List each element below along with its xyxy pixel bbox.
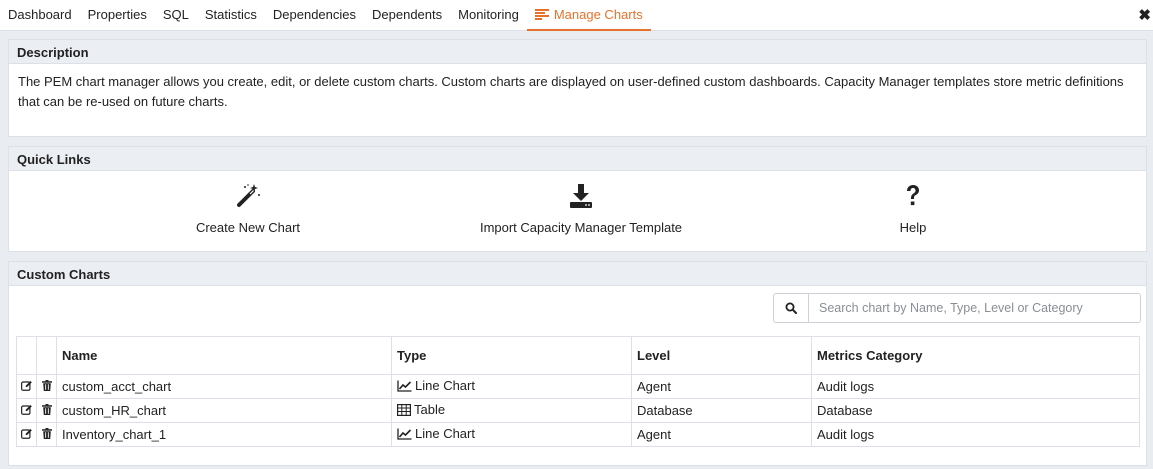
column-header-name[interactable]: Name <box>56 336 392 375</box>
search-input[interactable] <box>808 293 1141 323</box>
header-edit-col <box>16 336 37 375</box>
tab-statistics[interactable]: Statistics <box>197 0 265 31</box>
cell-category: Audit logs <box>811 422 1140 447</box>
trash-icon[interactable] <box>36 374 57 399</box>
search-row <box>9 286 1146 330</box>
quick-links: Create New Chart Import Capacity Manager… <box>9 171 1146 251</box>
cell-type: Line Chart <box>391 374 632 399</box>
table-row: custom_HR_chart Table Database Database <box>16 398 1140 423</box>
tab-dependents[interactable]: Dependents <box>364 0 450 31</box>
tab-bar: Dashboard Properties SQL Statistics Depe… <box>0 0 1153 31</box>
tab-manage-charts-label: Manage Charts <box>553 7 643 22</box>
cell-type-label: Line Chart <box>415 378 475 393</box>
edit-icon[interactable] <box>16 422 37 447</box>
cell-type: Line Chart <box>391 422 632 447</box>
header-delete-col <box>36 336 57 375</box>
help-label: Help <box>899 220 927 235</box>
tab-monitoring[interactable]: Monitoring <box>450 0 527 31</box>
cell-level: Agent <box>631 422 812 447</box>
bar-chart-icon <box>534 8 549 23</box>
tab-dependencies[interactable]: Dependencies <box>265 0 364 31</box>
cell-type-label: Table <box>414 402 446 417</box>
cell-category: Database <box>811 398 1140 423</box>
cell-category: Audit logs <box>811 374 1140 399</box>
tab-dashboard[interactable]: Dashboard <box>0 0 80 31</box>
cell-level: Database <box>631 398 812 423</box>
tab-manage-charts[interactable]: Manage Charts <box>526 0 651 31</box>
magic-wand-icon <box>193 181 303 211</box>
trash-icon[interactable] <box>36 398 57 423</box>
edit-icon[interactable] <box>16 398 37 423</box>
download-icon <box>476 181 686 211</box>
custom-charts-heading: Custom Charts <box>9 262 1146 286</box>
line-chart-icon <box>397 428 412 443</box>
charts-table: Name Type Level Metrics Category custom_… <box>16 336 1140 447</box>
cell-level: Agent <box>631 374 812 399</box>
create-new-chart-label: Create New Chart <box>195 220 301 235</box>
cell-name: custom_acct_chart <box>56 374 392 399</box>
cell-name: custom_HR_chart <box>56 398 392 423</box>
column-header-metrics-category[interactable]: Metrics Category <box>811 336 1140 375</box>
custom-charts-panel: Custom Charts Name Type Level Metrics Ca… <box>8 261 1147 466</box>
search-icon <box>785 302 797 314</box>
cell-type: Table <box>391 398 632 423</box>
table-row: custom_acct_chart Line Chart Agent Audit… <box>16 374 1140 399</box>
tab-properties[interactable]: Properties <box>80 0 155 31</box>
cell-type-label: Line Chart <box>415 426 475 441</box>
description-panel: Description The PEM chart manager allows… <box>8 39 1147 137</box>
description-heading: Description <box>9 40 1146 64</box>
search-button[interactable] <box>773 293 808 323</box>
edit-icon[interactable] <box>16 374 37 399</box>
table-icon <box>397 404 412 419</box>
quick-links-heading: Quick Links <box>9 147 1146 171</box>
close-icon[interactable]: ✖ <box>1138 6 1151 24</box>
question-icon <box>893 181 933 211</box>
table-header-row: Name Type Level Metrics Category <box>16 336 1140 375</box>
help-link[interactable]: Help <box>893 181 933 235</box>
quick-links-panel: Quick Links Create New Chart Import Capa… <box>8 146 1147 252</box>
line-chart-icon <box>397 380 412 395</box>
tab-sql[interactable]: SQL <box>155 0 197 31</box>
description-text: The PEM chart manager allows you create,… <box>18 74 1124 109</box>
import-template-label: Import Capacity Manager Template <box>479 220 683 235</box>
tab-list: Dashboard Properties SQL Statistics Depe… <box>0 0 651 31</box>
column-header-level[interactable]: Level <box>631 336 812 375</box>
table-row: Inventory_chart_1 Line Chart Agent Audit… <box>16 422 1140 447</box>
column-header-type[interactable]: Type <box>391 336 632 375</box>
trash-icon[interactable] <box>36 422 57 447</box>
cell-name: Inventory_chart_1 <box>56 422 392 447</box>
create-new-chart-link[interactable]: Create New Chart <box>193 181 303 235</box>
import-template-link[interactable]: Import Capacity Manager Template <box>476 181 686 235</box>
